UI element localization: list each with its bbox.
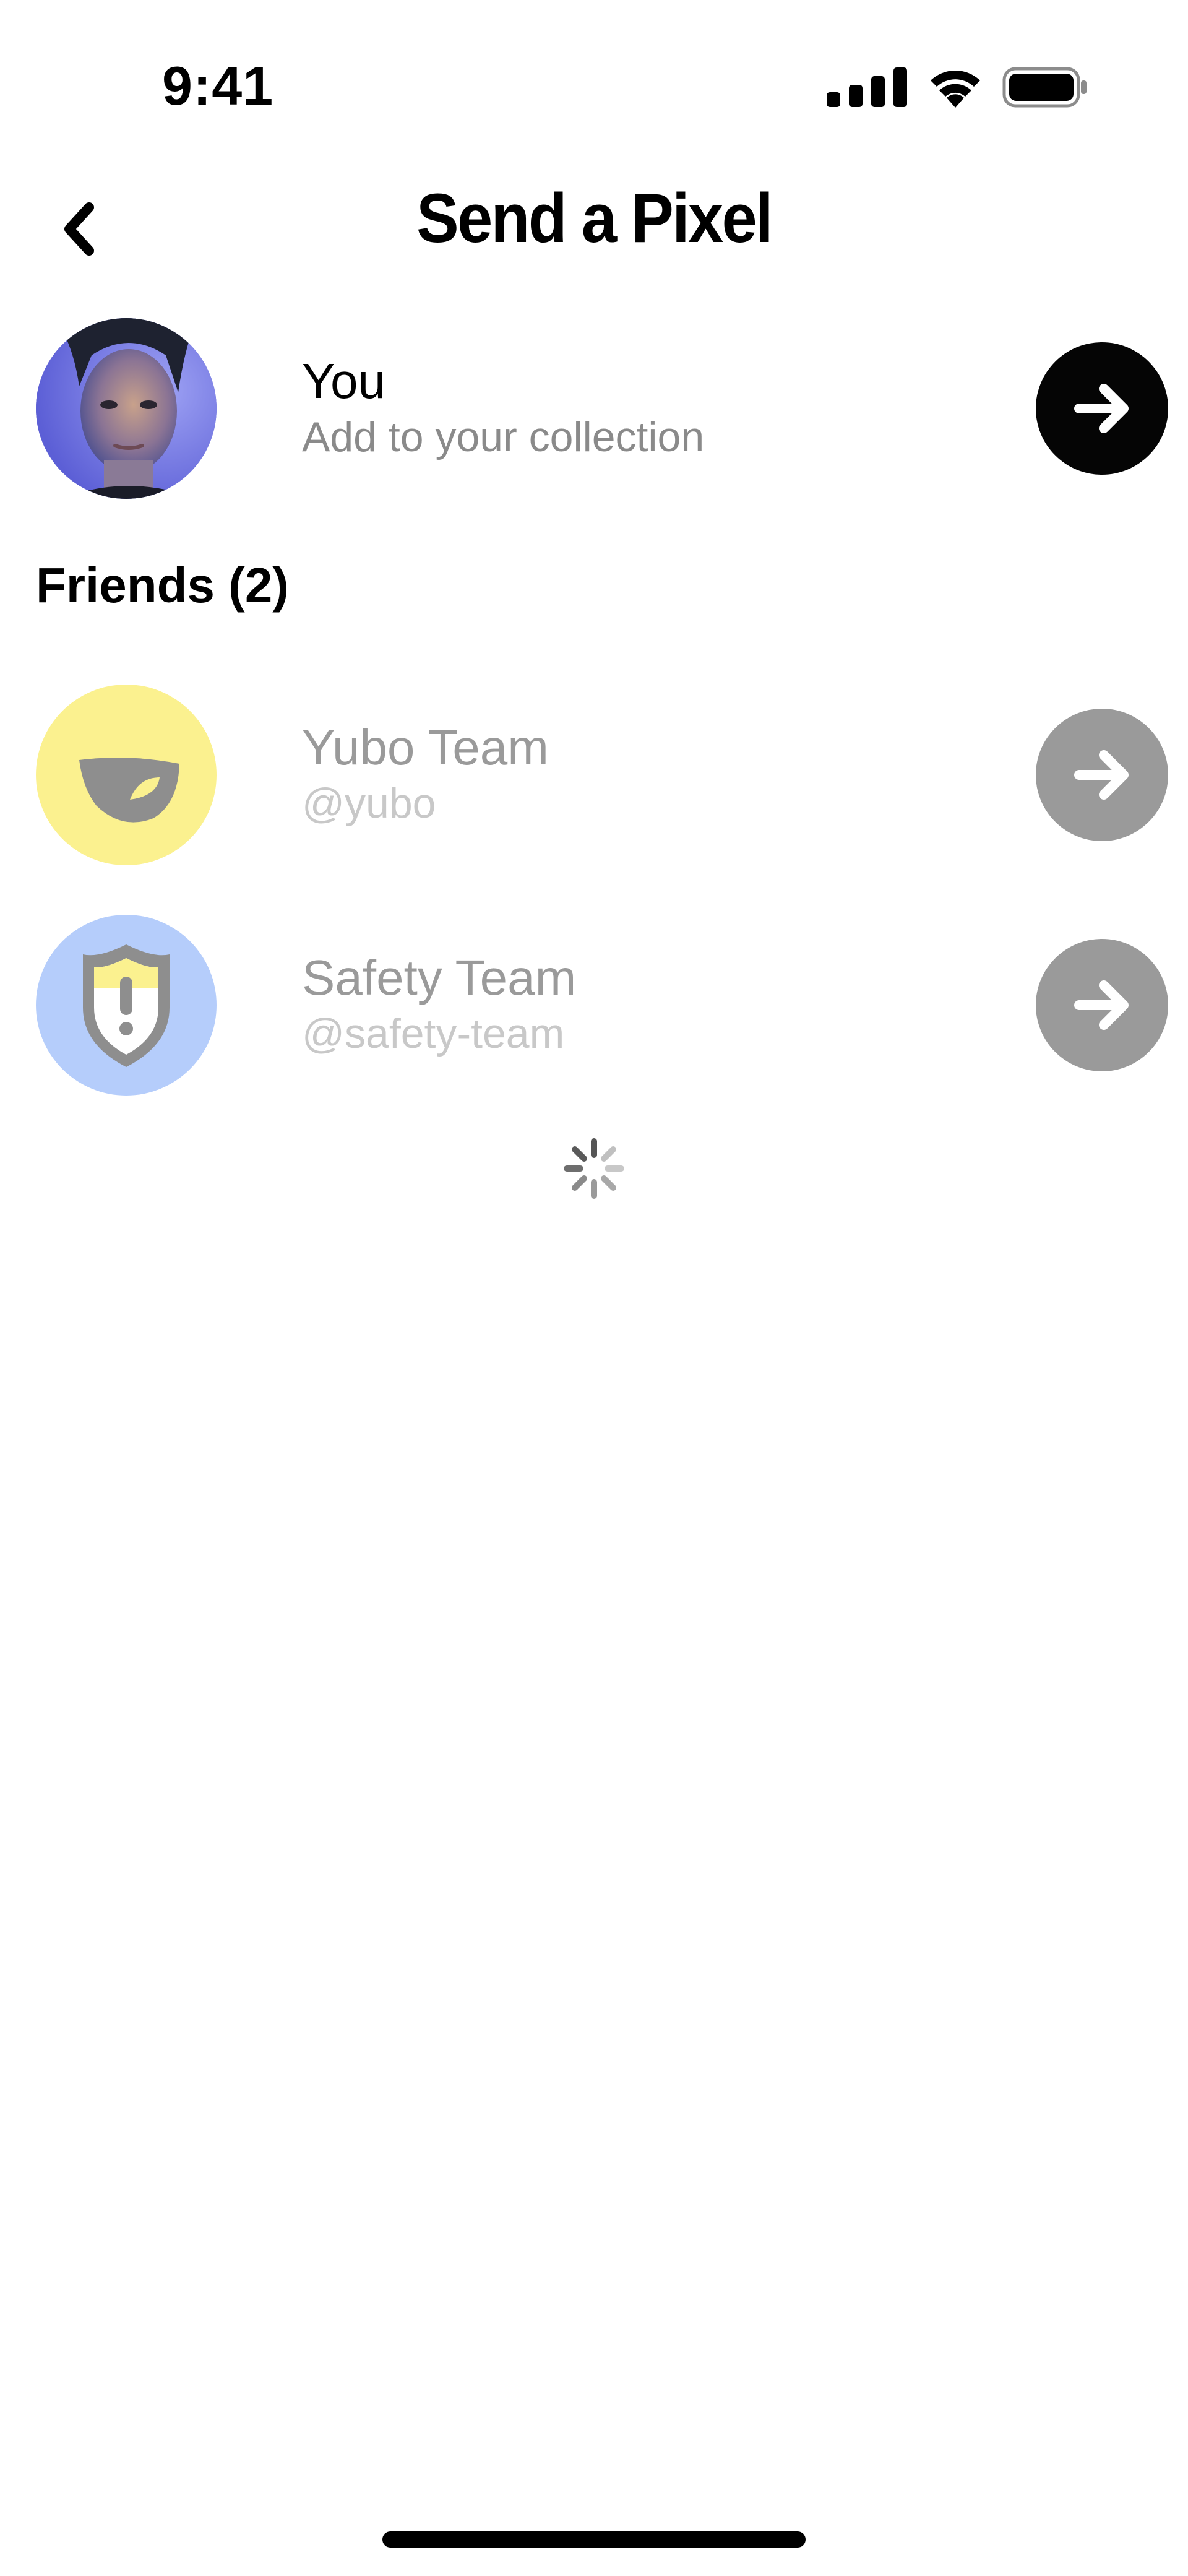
friend-avatar [36, 685, 217, 865]
wifi-icon [931, 71, 980, 108]
status-icons [827, 67, 1088, 108]
yubo-logo-icon [79, 758, 179, 823]
self-subtitle: Add to your collection [302, 413, 705, 460]
friend-handle: @yubo [302, 779, 436, 827]
arrow-right-icon [1074, 384, 1129, 433]
home-indicator [382, 2531, 806, 2548]
user-avatar [36, 318, 217, 499]
send-pixel-screen: 9:41 Send a Pixel You Add to your collec… [0, 0, 1188, 2576]
friend-text: Yubo Team @yubo [302, 720, 1036, 830]
friend-name: Yubo Team [302, 719, 549, 775]
self-row[interactable]: You Add to your collection [36, 318, 1168, 499]
self-name: You [302, 353, 385, 408]
friends-section-title: Friends (2) [36, 558, 289, 613]
spinner-icon [564, 1138, 624, 1199]
portrait-image [36, 318, 217, 499]
send-to-yubo-team-button[interactable] [1036, 709, 1168, 841]
arrow-right-icon [1074, 750, 1129, 800]
friend-row-safety-team[interactable]: Safety Team @safety-team [36, 915, 1168, 1096]
battery-icon [1002, 67, 1087, 108]
page-title: Send a Pixel [416, 179, 773, 257]
arrow-right-icon [1074, 980, 1129, 1030]
send-to-safety-team-button[interactable] [1036, 939, 1168, 1071]
friend-row-yubo-team[interactable]: Yubo Team @yubo [36, 685, 1168, 865]
friend-handle: @safety-team [302, 1009, 565, 1057]
self-row-text: You Add to your collection [302, 353, 1036, 464]
status-time: 9:41 [162, 55, 274, 116]
shield-warning-icon [83, 944, 170, 1067]
friend-avatar [36, 915, 217, 1096]
friend-text: Safety Team @safety-team [302, 949, 1036, 1060]
send-to-self-button[interactable] [1036, 342, 1168, 475]
signal-icon [827, 67, 907, 107]
friend-name: Safety Team [302, 949, 577, 1005]
